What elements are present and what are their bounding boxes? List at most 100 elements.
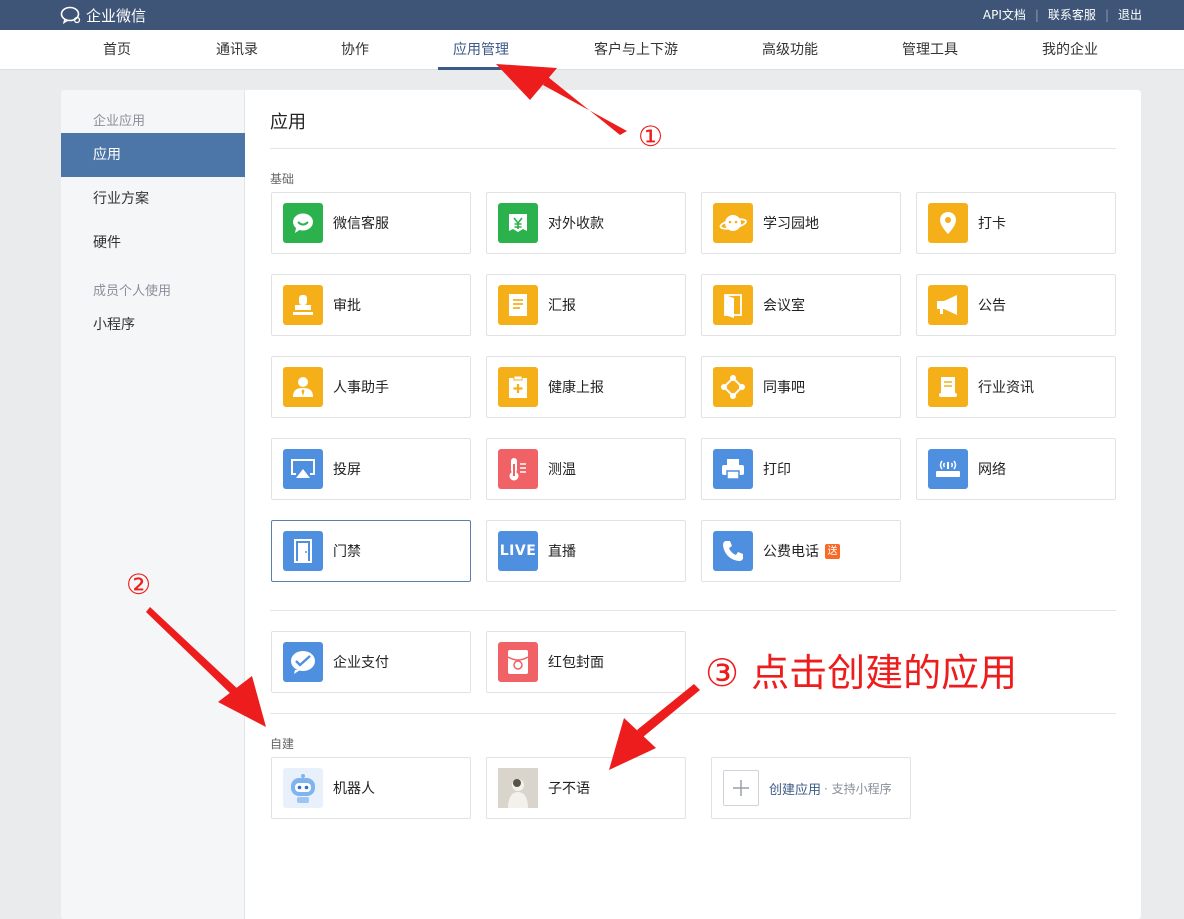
app-label: 审批 <box>333 298 361 314</box>
app-card-report[interactable]: 汇报 <box>486 274 686 336</box>
app-label: 机器人 <box>333 781 375 797</box>
nav-collaboration[interactable]: 协作 <box>316 30 394 70</box>
divider: | <box>1034 7 1039 22</box>
door-icon <box>713 285 753 325</box>
nav-advanced[interactable]: 高级功能 <box>748 30 832 70</box>
sidebar-item-miniprogram[interactable]: 小程序 <box>61 303 245 347</box>
create-app-hint: · 支持小程序 <box>824 781 892 796</box>
location-pin-icon <box>928 203 968 243</box>
app-card-health-report[interactable]: 健康上报 <box>486 356 686 418</box>
app-card-approval[interactable]: 审批 <box>271 274 471 336</box>
app-label: 门禁 <box>333 544 361 560</box>
contact-service-link[interactable]: 联系客服 <box>1048 6 1096 23</box>
content-panel: 企业应用 应用 行业方案 硬件 成员个人使用 小程序 应用 基础 微信客服 对外… <box>61 90 1141 919</box>
nav-home[interactable]: 首页 <box>76 30 158 70</box>
live-icon: LIVE <box>498 531 538 571</box>
app-label: 打卡 <box>978 216 1006 232</box>
sidebar-group-personal: 成员个人使用 <box>93 284 172 299</box>
top-bar: 企业微信 API文档 | 联系客服 | 退出 <box>0 0 1184 30</box>
app-card-announcement[interactable]: 公告 <box>916 274 1116 336</box>
app-card-live[interactable]: LIVE 直播 <box>486 520 686 582</box>
app-label: 会议室 <box>763 298 805 314</box>
app-label: 微信客服 <box>333 216 389 232</box>
app-card-industry-news[interactable]: 行业资讯 <box>916 356 1116 418</box>
nav-active-indicator <box>438 67 524 70</box>
app-card-screen-cast[interactable]: 投屏 <box>271 438 471 500</box>
app-card-access-control[interactable]: 门禁 <box>271 520 471 582</box>
app-label: 直播 <box>548 544 576 560</box>
app-card-enterprise-pay[interactable]: 企业支付 <box>271 631 471 693</box>
printer-icon <box>713 449 753 489</box>
create-app-label: 创建应用 <box>769 782 822 798</box>
app-card-print[interactable]: 打印 <box>701 438 901 500</box>
app-card-colleagues[interactable]: 同事吧 <box>701 356 901 418</box>
app-label: 子不语 <box>548 781 590 797</box>
brand-name: 企业微信 <box>86 6 147 25</box>
app-label: 公费电话 <box>763 544 819 560</box>
app-label: 公告 <box>978 298 1006 314</box>
sidebar-item-hardware[interactable]: 硬件 <box>61 221 245 265</box>
robot-icon <box>283 768 323 808</box>
app-label: 同事吧 <box>763 380 805 396</box>
app-label: 网络 <box>978 462 1006 478</box>
sidebar-group-enterprise: 企业应用 <box>93 114 146 129</box>
router-icon <box>928 449 968 489</box>
access-door-icon <box>283 531 323 571</box>
stamp-icon <box>283 285 323 325</box>
divider <box>270 713 1116 714</box>
planet-icon <box>713 203 753 243</box>
custom-app-icon <box>498 768 538 808</box>
annotation-step-1: ① <box>638 120 664 153</box>
report-doc-icon <box>498 285 538 325</box>
app-label: 打印 <box>763 462 791 478</box>
api-docs-link[interactable]: API文档 <box>983 6 1026 23</box>
chat-bubble-icon <box>283 203 323 243</box>
yuan-icon <box>498 203 538 243</box>
nav-tools[interactable]: 管理工具 <box>888 30 972 70</box>
section-basic-label: 基础 <box>270 172 295 186</box>
sidebar-item-industry[interactable]: 行业方案 <box>61 177 245 221</box>
annotation-step-3: ③ 点击创建的应用 <box>705 651 1018 695</box>
app-label: 红包封面 <box>548 655 604 671</box>
app-card-hr-assistant[interactable]: 人事助手 <box>271 356 471 418</box>
megaphone-icon <box>928 285 968 325</box>
logout-link[interactable]: 退出 <box>1118 6 1142 23</box>
app-label: 企业支付 <box>333 655 389 671</box>
app-label: 投屏 <box>333 462 361 478</box>
app-card-network[interactable]: 网络 <box>916 438 1116 500</box>
wepay-icon <box>283 642 323 682</box>
nav-app-management[interactable]: 应用管理 <box>438 30 524 70</box>
app-label: 对外收款 <box>548 216 604 232</box>
app-card-temperature[interactable]: 测温 <box>486 438 686 500</box>
app-card-learning[interactable]: 学习园地 <box>701 192 901 254</box>
app-card-robot[interactable]: 机器人 <box>271 757 471 819</box>
app-card-wechat-service[interactable]: 微信客服 <box>271 192 471 254</box>
nav-my-company[interactable]: 我的企业 <box>1028 30 1112 70</box>
scroll-icon <box>928 367 968 407</box>
app-card-red-envelope[interactable]: 红包封面 <box>486 631 686 693</box>
app-card-meeting-room[interactable]: 会议室 <box>701 274 901 336</box>
nav-contacts[interactable]: 通讯录 <box>196 30 278 70</box>
gift-badge: 送 <box>825 543 840 559</box>
brand[interactable]: 企业微信 <box>60 5 146 25</box>
network-icon <box>713 367 753 407</box>
app-card-checkin[interactable]: 打卡 <box>916 192 1116 254</box>
divider <box>270 610 1116 611</box>
plus-icon <box>723 770 759 806</box>
red-envelope-icon <box>498 642 538 682</box>
main-nav: 首页 通讯录 协作 应用管理 客户与上下游 高级功能 管理工具 我的企业 <box>0 30 1184 70</box>
person-icon <box>283 367 323 407</box>
sidebar: 企业应用 应用 行业方案 硬件 成员个人使用 小程序 <box>61 90 245 919</box>
app-card-custom-app[interactable]: 子不语 <box>486 757 686 819</box>
app-label: 学习园地 <box>763 216 819 232</box>
create-app-button[interactable]: 创建应用 · 支持小程序 <box>711 757 911 819</box>
sidebar-item-apps[interactable]: 应用 <box>61 133 245 177</box>
app-card-public-phone[interactable]: 公费电话 送 <box>701 520 901 582</box>
section-custom-label: 自建 <box>270 737 295 751</box>
wecom-logo-icon <box>60 6 81 24</box>
phone-icon <box>713 531 753 571</box>
nav-customers[interactable]: 客户与上下游 <box>580 30 692 70</box>
divider <box>270 148 1116 149</box>
app-label: 汇报 <box>548 298 576 314</box>
app-card-payment[interactable]: 对外收款 <box>486 192 686 254</box>
